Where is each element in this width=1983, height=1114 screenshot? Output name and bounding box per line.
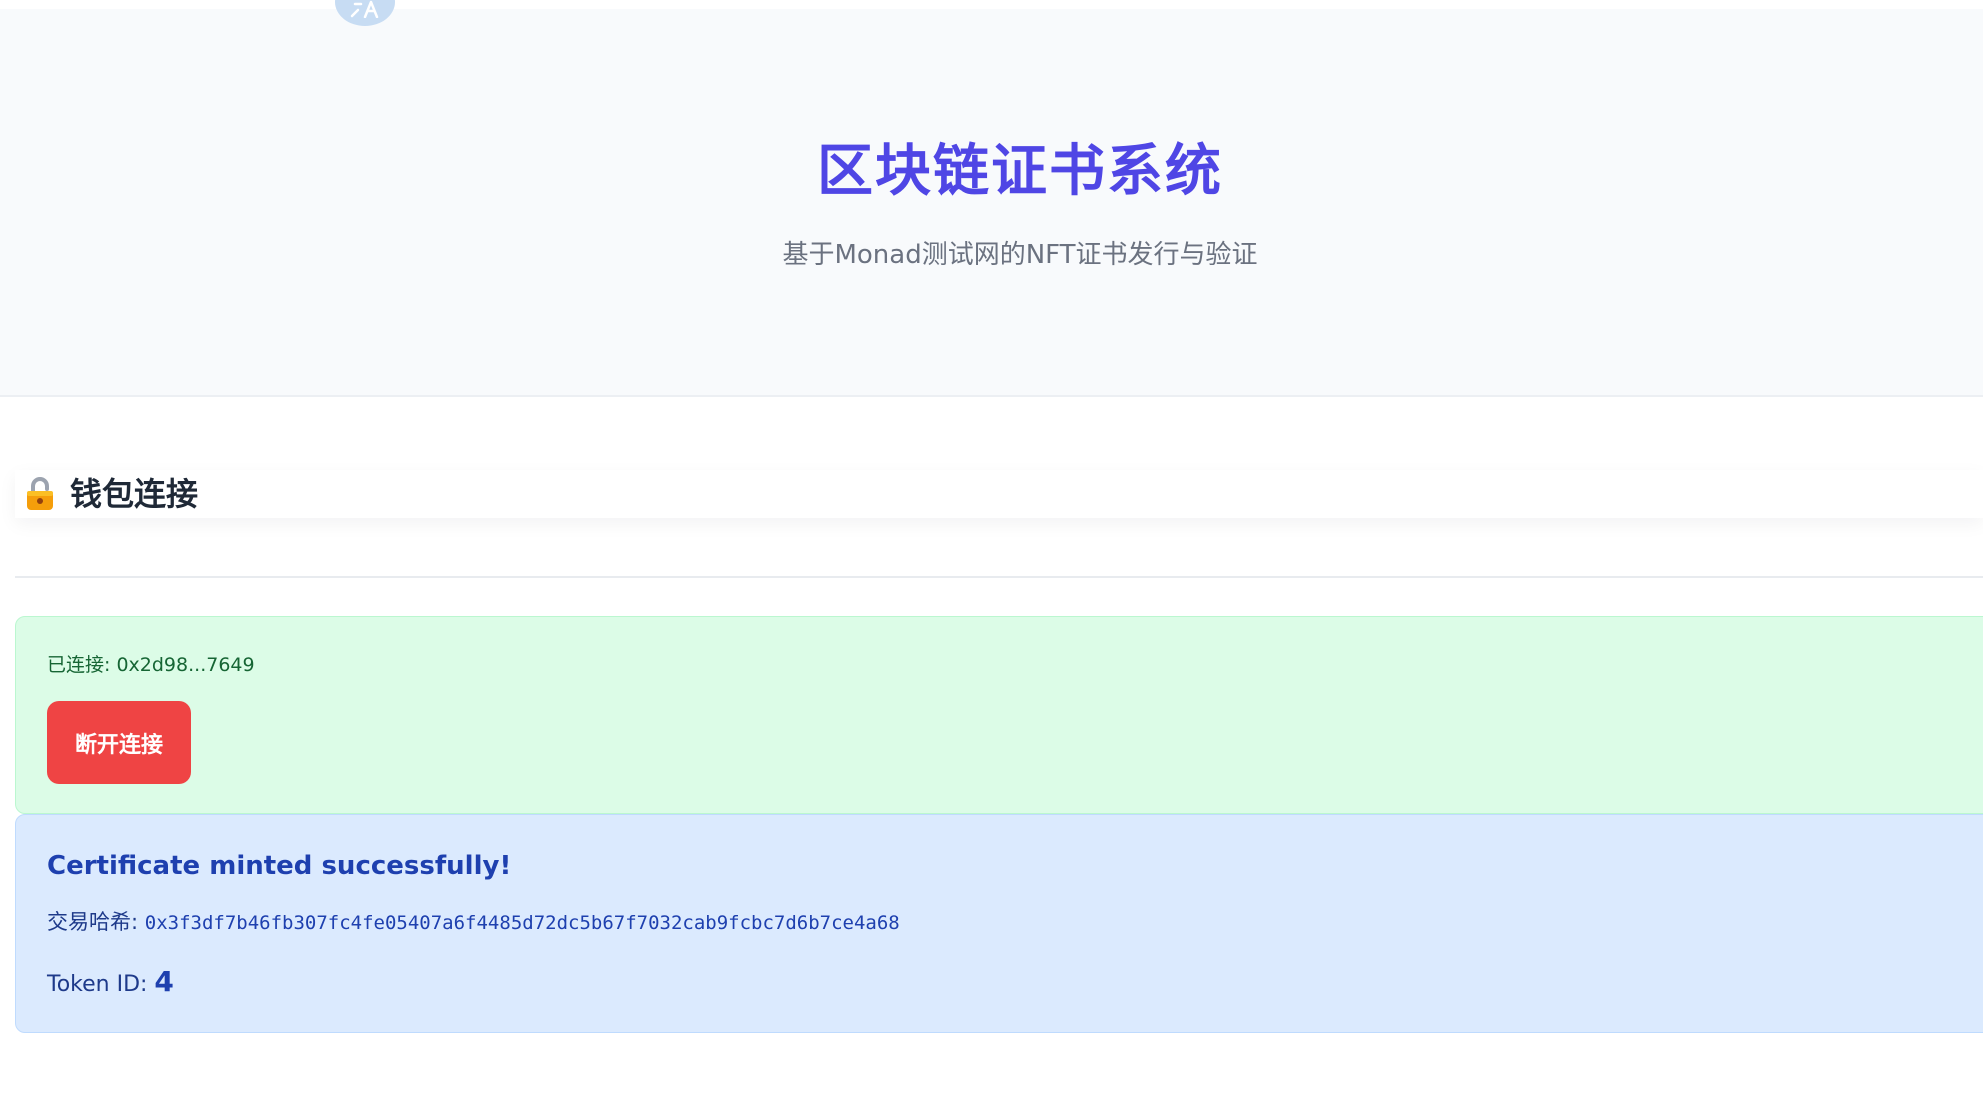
disconnect-button[interactable]: 断开连接 <box>47 701 191 784</box>
mint-result-panel: Certificate minted successfully! 交易哈希: 0… <box>15 814 1983 1033</box>
token-id-row: Token ID: 4 <box>47 965 174 1002</box>
wallet-section-title: 钱包连接 <box>70 475 199 513</box>
transaction-hash: 0x3f3df7b46fb307fc4fe05407a6f4485d72dc5b… <box>144 912 900 934</box>
hero-header: 区块链证书系统 基于Monad测试网的NFT证书发行与验证 <box>0 9 1983 397</box>
token-id-label: Token ID: <box>47 972 155 997</box>
top-strip <box>0 0 1983 9</box>
connection-status-label: 已连接: <box>47 654 117 676</box>
translate-glyph-icon <box>350 0 379 18</box>
wallet-address: 0x2d98...7649 <box>116 654 255 676</box>
wallet-status-panel: 已连接: 0x2d98...7649 断开连接 <box>15 616 1983 814</box>
page-subtitle: 基于Monad测试网的NFT证书发行与验证 <box>782 240 1258 270</box>
section-divider <box>15 576 1983 578</box>
transaction-hash-label: 交易哈希: <box>47 910 145 934</box>
connection-status: 已连接: 0x2d98...7649 <box>47 652 255 678</box>
token-id-value: 4 <box>154 965 174 998</box>
wallet-section-header: 钱包连接 <box>15 470 1983 518</box>
mint-success-message: Certificate minted successfully! <box>47 851 512 881</box>
page-title: 区块链证书系统 <box>817 139 1223 204</box>
transaction-hash-row: 交易哈希: 0x3f3df7b46fb307fc4fe05407a6f4485d… <box>47 907 900 938</box>
lock-icon <box>21 475 59 513</box>
